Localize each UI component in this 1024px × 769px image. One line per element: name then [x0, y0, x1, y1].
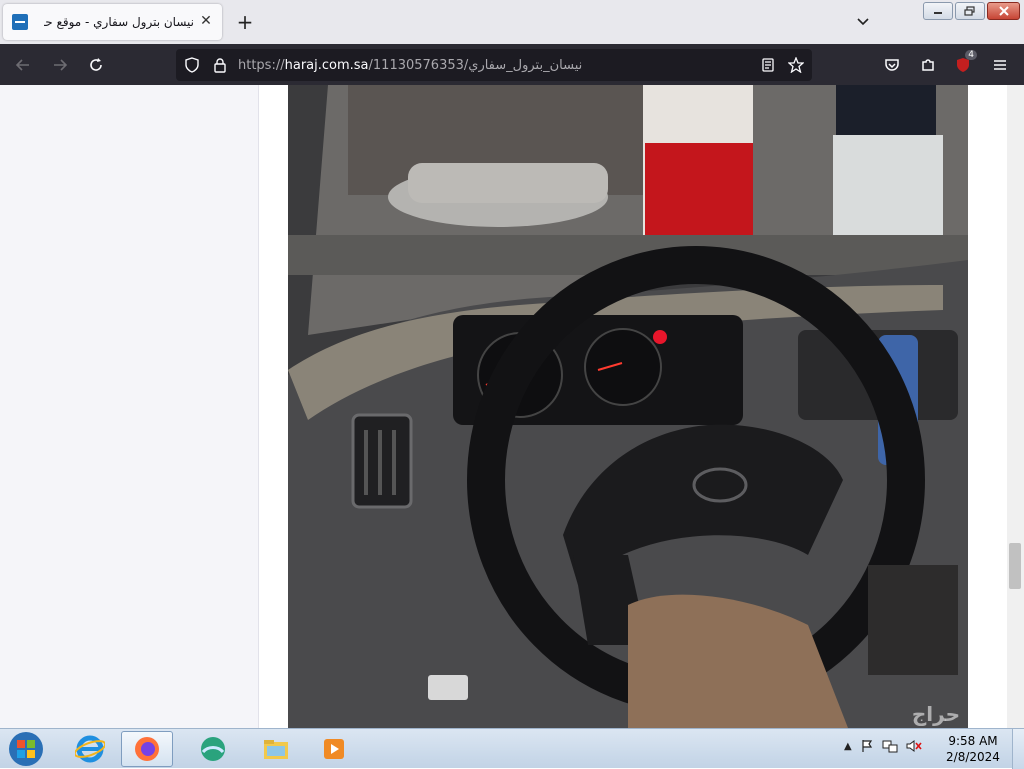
- tracking-protection-shield-icon[interactable]: [182, 55, 202, 75]
- clock-time: 9:58 AM: [948, 734, 998, 748]
- back-arrow-icon[interactable]: [13, 55, 33, 75]
- start-button[interactable]: [4, 730, 48, 768]
- listing-photo[interactable]: حراج: [288, 85, 968, 728]
- pocket-icon[interactable]: [882, 55, 902, 75]
- lock-icon[interactable]: [210, 55, 230, 75]
- window-controls: [923, 2, 1020, 20]
- url-path: /11130576353/نيسان_بترول_سفاري: [368, 58, 583, 73]
- extension-badge: 4: [965, 50, 977, 60]
- media-player-icon: [324, 739, 344, 759]
- close-tab-icon[interactable]: ✕: [198, 13, 214, 29]
- forward-arrow-icon[interactable]: [50, 55, 70, 75]
- url-text[interactable]: https://haraj.com.sa/11130576353/نيسان_ب…: [238, 58, 582, 73]
- show-hidden-icons-chevron-icon[interactable]: ▲: [844, 741, 852, 752]
- show-desktop-button[interactable]: [1012, 729, 1024, 769]
- app-menu-hamburger-icon[interactable]: [990, 55, 1010, 75]
- url-scheme: https://: [238, 58, 285, 73]
- system-clock[interactable]: 9:58 AM 2/8/2024: [944, 733, 1002, 765]
- network-icon[interactable]: [882, 739, 898, 753]
- address-bar[interactable]: https://haraj.com.sa/11130576353/نيسان_ب…: [176, 49, 812, 81]
- bookmark-star-icon[interactable]: [786, 55, 806, 75]
- ublock-extension-icon[interactable]: 4: [953, 50, 977, 75]
- system-tray: ▲: [844, 739, 922, 753]
- extensions-puzzle-icon[interactable]: [918, 55, 938, 75]
- tab-strip: نيسان بترول سفاري - موقع حراج ✕ +: [0, 0, 1024, 44]
- page-content: حراج: [0, 85, 1024, 728]
- taskbar-firefox[interactable]: [121, 731, 173, 767]
- haraj-favicon-icon: [12, 14, 28, 30]
- list-all-tabs-icon[interactable]: [855, 14, 871, 30]
- reload-icon[interactable]: [86, 55, 106, 75]
- tab-active[interactable]: نيسان بترول سفاري - موقع حراج ✕: [3, 4, 222, 40]
- navigation-toolbar: https://haraj.com.sa/11130576353/نيسان_ب…: [0, 44, 1024, 85]
- new-tab-button[interactable]: +: [235, 12, 255, 32]
- volume-muted-icon[interactable]: [906, 739, 922, 753]
- clock-date: 2/8/2024: [946, 750, 1000, 764]
- url-host: haraj.com.sa: [284, 58, 369, 73]
- firefox-icon: [135, 737, 159, 761]
- vertical-scrollbar[interactable]: [1007, 85, 1024, 728]
- tab-title: نيسان بترول سفاري - موقع حراج: [44, 15, 194, 29]
- taskbar-file-explorer[interactable]: [250, 731, 302, 767]
- restore-button[interactable]: [955, 2, 985, 20]
- globe-app-icon: [201, 737, 225, 761]
- reader-view-icon[interactable]: [758, 55, 778, 75]
- car-interior-photo: [288, 85, 968, 728]
- taskbar-app-globe[interactable]: [187, 731, 239, 767]
- windows-taskbar: ▲ 9:58 AM 2/8/2024: [0, 728, 1024, 769]
- internet-explorer-icon: [75, 735, 105, 763]
- folder-icon: [264, 740, 288, 759]
- close-window-button[interactable]: [987, 2, 1020, 20]
- windows-logo-icon: [9, 732, 43, 766]
- scrollbar-thumb[interactable]: [1009, 543, 1021, 589]
- taskbar-internet-explorer[interactable]: [64, 731, 116, 767]
- taskbar-media-player[interactable]: [308, 731, 360, 767]
- left-sidebar-blank: [0, 85, 259, 728]
- minimize-button[interactable]: [923, 2, 953, 20]
- watermark-text: حراج: [911, 702, 960, 726]
- action-center-flag-icon[interactable]: [860, 739, 874, 753]
